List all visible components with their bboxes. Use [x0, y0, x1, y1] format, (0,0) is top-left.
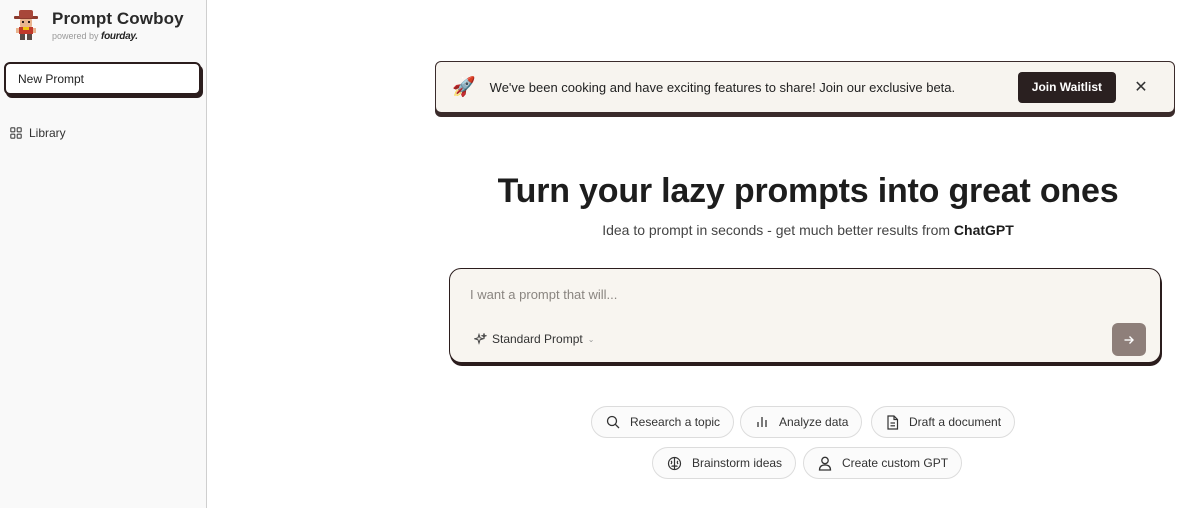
suggestion-label: Research a topic [630, 415, 721, 429]
page-title: Turn your lazy prompts into great ones [497, 172, 1119, 210]
beta-banner: 🚀 We've been cooking and have exciting f… [435, 61, 1175, 113]
sidebar-item-library[interactable]: Library [10, 126, 66, 140]
prompt-type-label: Standard Prompt [492, 332, 583, 346]
suggestion-brainstorm-ideas[interactable]: Brainstorm ideas [652, 447, 797, 479]
suggestion-label: Draft a document [909, 415, 1002, 429]
document-icon [887, 414, 899, 430]
prompt-type-dropdown[interactable]: Standard Prompt ⌄ [474, 332, 594, 346]
brand-text: Prompt Cowboy powered by fourday. [52, 9, 184, 43]
powered-by-label: powered by [52, 31, 99, 41]
send-button[interactable] [1112, 323, 1146, 356]
library-label: Library [29, 126, 66, 140]
suggestion-label: Analyze data [779, 415, 849, 429]
prompt-input[interactable] [470, 287, 1110, 302]
brain-icon [667, 456, 682, 470]
join-waitlist-button[interactable]: Join Waitlist [1017, 71, 1116, 103]
subtitle-text: Idea to prompt in seconds - get much bet… [602, 222, 954, 238]
close-icon[interactable]: ✕ [1134, 77, 1148, 97]
join-waitlist-label: Join Waitlist [1031, 80, 1102, 94]
brand[interactable]: Prompt Cowboy powered by fourday. [12, 9, 184, 43]
fourday-logo: fourday. [101, 31, 138, 42]
banner-text: We've been cooking and have exciting fea… [489, 79, 956, 95]
subtitle-chatgpt: ChatGPT [953, 222, 1014, 238]
suggestion-create-custom-gpt[interactable]: Create custom GPT [803, 447, 963, 479]
powered-by: powered by fourday. [52, 30, 184, 43]
suggestion-draft-document[interactable]: Draft a document [871, 406, 1016, 438]
suggestion-analyze-data[interactable]: Analyze data [740, 406, 863, 438]
suggestion-label: Brainstorm ideas [692, 456, 783, 470]
suggestion-label: Create custom GPT [842, 456, 949, 470]
grid-icon [10, 127, 22, 139]
arrow-right-icon [1124, 335, 1134, 344]
suggestion-research-topic[interactable]: Research a topic [591, 406, 735, 438]
page-subtitle: Idea to prompt in seconds - get much bet… [420, 222, 1196, 238]
user-icon [818, 456, 832, 471]
rocket-icon: 🚀 [452, 77, 476, 98]
cowboy-logo-icon [14, 10, 38, 40]
prompt-box: Standard Prompt ⌄ [449, 268, 1161, 363]
bar-chart-icon [757, 417, 767, 427]
brand-name: Prompt Cowboy [52, 9, 184, 28]
new-prompt-label: New Prompt [18, 71, 85, 86]
new-prompt-button[interactable]: New Prompt [4, 62, 201, 95]
sidebar: Prompt Cowboy powered by fourday. New Pr… [0, 0, 207, 508]
sparkle-icon [474, 332, 487, 345]
search-icon [606, 415, 620, 429]
chevron-down-icon: ⌄ [587, 334, 595, 344]
